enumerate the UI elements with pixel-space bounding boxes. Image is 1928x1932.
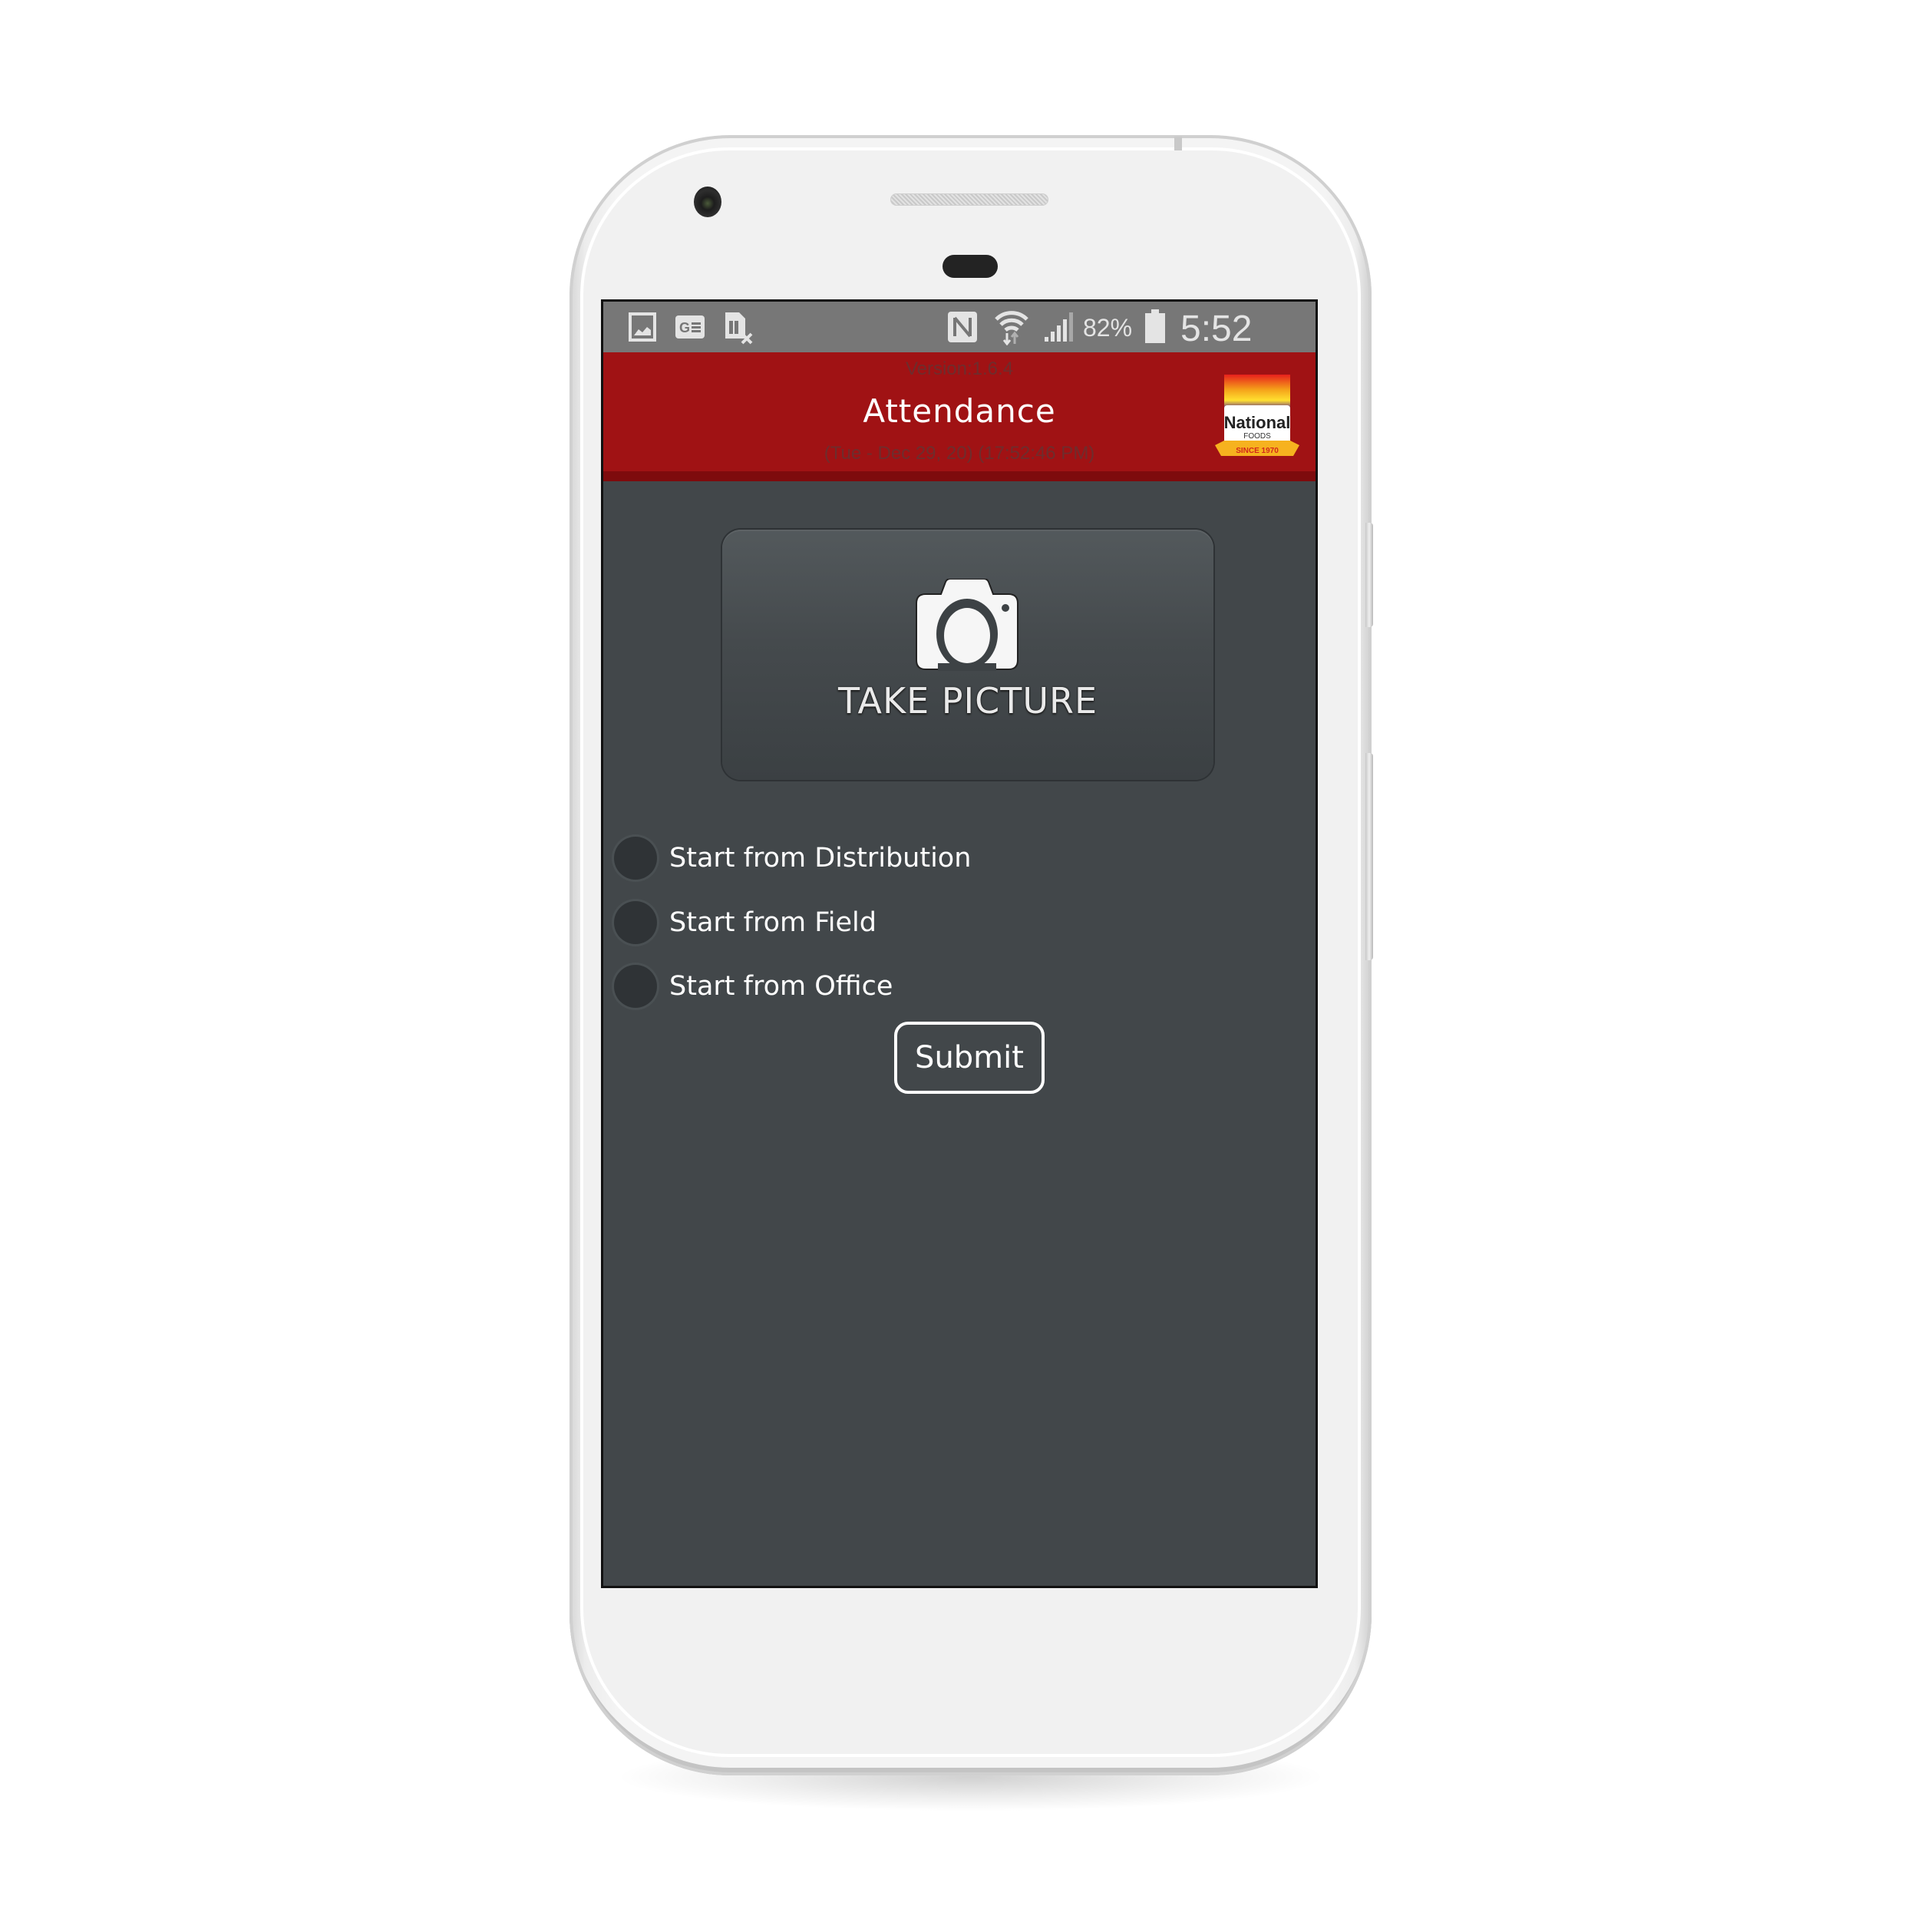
svg-text:G: G bbox=[679, 320, 690, 335]
front-camera bbox=[694, 187, 721, 217]
google-news-icon: G bbox=[675, 315, 705, 339]
app-header: Version:1.6.4 Attendance (Tue - Dec 29, … bbox=[603, 352, 1316, 471]
app-version: Version:1.6.4 bbox=[905, 358, 1014, 379]
status-bar: G 82% 5:52 bbox=[603, 302, 1316, 391]
battery-percent: 82% bbox=[1083, 314, 1133, 342]
national-foods-logo: National FOODS SINCE 1970 bbox=[1215, 375, 1299, 456]
phone-screen: G 82% 5:52 Version:1.6.4 Attendance (Tue… bbox=[601, 299, 1318, 1588]
option-label: Start from Field bbox=[669, 907, 877, 938]
radio-button[interactable] bbox=[614, 901, 657, 944]
signal-icon bbox=[1045, 312, 1073, 342]
option-label: Start from Office bbox=[669, 971, 893, 1002]
gallery-icon bbox=[629, 312, 656, 342]
logo-tagline: SINCE 1970 bbox=[1236, 447, 1279, 455]
camera-icon bbox=[916, 579, 1018, 671]
wifi-icon bbox=[995, 311, 1028, 345]
option-label: Start from Distribution bbox=[669, 843, 972, 874]
header-divider bbox=[603, 471, 1316, 481]
no-sim-icon bbox=[725, 312, 753, 345]
volume-button bbox=[1365, 753, 1373, 960]
page-title: Attendance bbox=[863, 392, 1056, 430]
take-picture-button[interactable]: TAKE PICTURE bbox=[722, 530, 1213, 780]
phone-top-seam bbox=[1174, 137, 1182, 150]
current-datetime: (Tue - Dec 29, 20) (17:52:46 PM) bbox=[824, 443, 1095, 464]
radio-button[interactable] bbox=[614, 965, 657, 1008]
earpiece-speaker bbox=[890, 193, 1048, 206]
radio-button[interactable] bbox=[614, 837, 657, 880]
battery-icon bbox=[1145, 309, 1165, 343]
logo-brand: National bbox=[1224, 413, 1291, 432]
option-start-from-office[interactable]: Start from Office bbox=[614, 962, 893, 1011]
option-start-from-distribution[interactable]: Start from Distribution bbox=[614, 834, 971, 883]
proximity-sensor bbox=[943, 255, 998, 278]
submit-button[interactable]: Submit bbox=[894, 1022, 1045, 1094]
power-button bbox=[1365, 523, 1373, 627]
take-picture-label: TAKE PICTURE bbox=[837, 680, 1098, 722]
option-start-from-field[interactable]: Start from Field bbox=[614, 898, 877, 947]
logo-sub: FOODS bbox=[1243, 432, 1271, 441]
nfc-icon bbox=[948, 312, 977, 342]
